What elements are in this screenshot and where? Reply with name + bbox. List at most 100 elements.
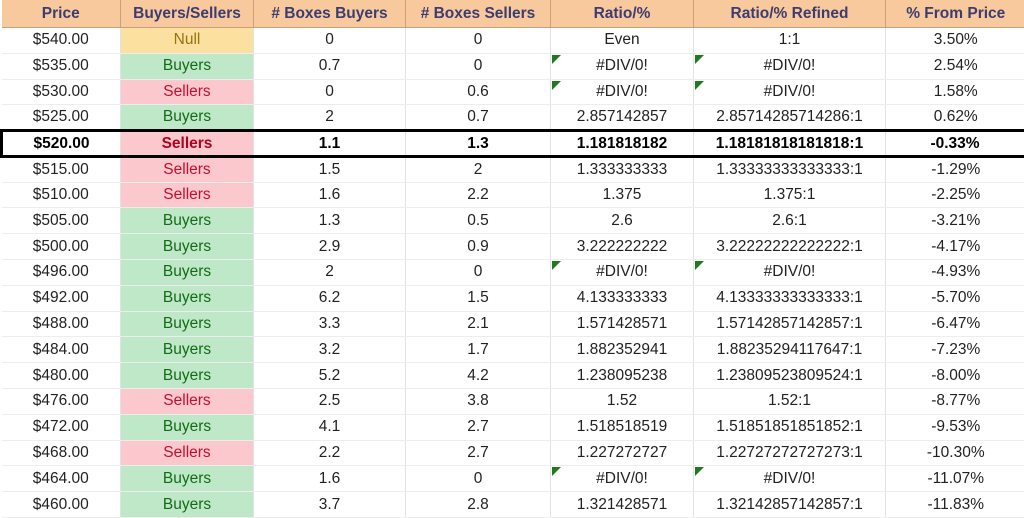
cell-ratio-refined[interactable]: 1.22727272727273:1: [693, 440, 886, 467]
cell-boxes-buyers[interactable]: 3.2: [253, 336, 406, 364]
cell-buyers-sellers[interactable]: Buyers: [120, 259, 254, 286]
cell-ratio[interactable]: 1.238095238: [550, 362, 694, 389]
cell-buyers-sellers[interactable]: Buyers: [120, 233, 254, 261]
cell-boxes-buyers[interactable]: 2: [253, 259, 406, 286]
cell-boxes-buyers[interactable]: 3.7: [253, 491, 406, 518]
cell-boxes-buyers[interactable]: 2.5: [253, 388, 406, 415]
cell-ratio-refined[interactable]: 2.6:1: [693, 207, 886, 235]
cell-boxes-buyers[interactable]: 0: [253, 79, 406, 106]
cell-ratio[interactable]: #DIV/0!: [550, 79, 694, 106]
table-row[interactable]: $540.00 Null 0 0 Even 1:1 3.50%: [1, 27, 1024, 54]
cell-buyers-sellers[interactable]: Sellers: [120, 79, 254, 106]
cell-ratio[interactable]: 2.857142857: [550, 104, 694, 132]
cell-price[interactable]: $492.00: [1, 285, 121, 312]
cell-price[interactable]: $515.00: [1, 156, 121, 183]
cell-price[interactable]: $488.00: [1, 311, 121, 338]
cell-ratio-refined[interactable]: 1.88235294117647:1: [693, 336, 886, 364]
cell-pct-from-price[interactable]: -7.23%: [885, 336, 1024, 364]
cell-pct-from-price[interactable]: -4.93%: [885, 259, 1024, 286]
table-row[interactable]: $460.00 Buyers 3.7 2.8 1.321428571 1.32142857…: [1, 491, 1024, 518]
cell-buyers-sellers[interactable]: Buyers: [120, 336, 254, 364]
cell-boxes-sellers[interactable]: 0.6: [405, 79, 551, 106]
cell-boxes-buyers[interactable]: 1.6: [253, 465, 406, 493]
cell-boxes-sellers[interactable]: 0.5: [405, 207, 551, 235]
cell-boxes-sellers[interactable]: 0: [405, 259, 551, 286]
cell-buyers-sellers[interactable]: Buyers: [120, 285, 254, 312]
cell-boxes-sellers[interactable]: 2.7: [405, 440, 551, 467]
cell-ratio-refined[interactable]: 1.18181818181818:1: [693, 129, 886, 158]
cell-price[interactable]: $510.00: [1, 182, 121, 209]
table-row[interactable]: $535.00 Buyers 0.7 0 #DIV/0! #DIV/0! 2.54%: [1, 53, 1024, 80]
cell-ratio-refined[interactable]: #DIV/0!: [693, 465, 886, 493]
table-row[interactable]: $500.00 Buyers 2.9 0.9 3.222222222 3.22222222…: [1, 233, 1024, 261]
cell-boxes-sellers[interactable]: 4.2: [405, 362, 551, 389]
cell-pct-from-price[interactable]: -6.47%: [885, 311, 1024, 338]
table-row[interactable]: $515.00 Sellers 1.5 2 1.333333333 1.333333333…: [1, 156, 1024, 183]
cell-price[interactable]: $484.00: [1, 336, 121, 364]
cell-ratio-refined[interactable]: 3.22222222222222:1: [693, 233, 886, 261]
cell-pct-from-price[interactable]: -0.33%: [885, 129, 1024, 158]
cell-boxes-sellers[interactable]: 2.8: [405, 491, 551, 518]
cell-price[interactable]: $505.00: [1, 207, 121, 235]
cell-price[interactable]: $472.00: [1, 414, 121, 441]
table-row[interactable]: $505.00 Buyers 1.3 0.5 2.6 2.6:1 -3.21%: [1, 207, 1024, 235]
table-row[interactable]: $472.00 Buyers 4.1 2.7 1.518518519 1.51851851…: [1, 414, 1024, 441]
cell-boxes-sellers[interactable]: 1.7: [405, 336, 551, 364]
cell-pct-from-price[interactable]: 0.62%: [885, 104, 1024, 132]
column-header-boxes-buyers[interactable]: # Boxes Buyers: [253, 0, 406, 28]
cell-pct-from-price[interactable]: -1.29%: [885, 156, 1024, 183]
cell-ratio[interactable]: 1.227272727: [550, 440, 694, 467]
cell-boxes-sellers[interactable]: 1.5: [405, 285, 551, 312]
cell-boxes-buyers[interactable]: 6.2: [253, 285, 406, 312]
cell-boxes-buyers[interactable]: 1.1: [253, 129, 406, 158]
cell-price[interactable]: $540.00: [1, 27, 121, 54]
cell-boxes-sellers[interactable]: 0: [405, 465, 551, 493]
cell-pct-from-price[interactable]: -11.83%: [885, 491, 1024, 518]
cell-boxes-buyers[interactable]: 2.9: [253, 233, 406, 261]
cell-pct-from-price[interactable]: 1.58%: [885, 79, 1024, 106]
table-row[interactable]: $480.00 Buyers 5.2 4.2 1.238095238 1.23809523…: [1, 362, 1024, 389]
cell-boxes-buyers[interactable]: 1.5: [253, 156, 406, 183]
cell-pct-from-price[interactable]: -9.53%: [885, 414, 1024, 441]
cell-ratio[interactable]: 1.52: [550, 388, 694, 415]
cell-buyers-sellers[interactable]: Sellers: [120, 182, 254, 209]
table-row[interactable]: $492.00 Buyers 6.2 1.5 4.133333333 4.13333333…: [1, 285, 1024, 312]
cell-ratio[interactable]: 1.321428571: [550, 491, 694, 518]
cell-ratio[interactable]: 1.181818182: [550, 129, 694, 158]
cell-buyers-sellers[interactable]: Sellers: [120, 129, 254, 158]
column-header-ratio[interactable]: Ratio/%: [550, 0, 694, 28]
cell-ratio-refined[interactable]: #DIV/0!: [693, 259, 886, 286]
cell-boxes-sellers[interactable]: 0.9: [405, 233, 551, 261]
cell-ratio-refined[interactable]: #DIV/0!: [693, 79, 886, 106]
cell-price[interactable]: $460.00: [1, 491, 121, 518]
cell-ratio[interactable]: 1.375: [550, 182, 694, 209]
cell-price[interactable]: $535.00: [1, 53, 121, 80]
cell-buyers-sellers[interactable]: Buyers: [120, 362, 254, 389]
cell-boxes-sellers[interactable]: 2: [405, 156, 551, 183]
cell-boxes-sellers[interactable]: 2.2: [405, 182, 551, 209]
table-row[interactable]: $510.00 Sellers 1.6 2.2 1.375 1.375:1 -2.25%: [1, 182, 1024, 209]
table-row[interactable]: $464.00 Buyers 1.6 0 #DIV/0! #DIV/0! -11.07%: [1, 465, 1024, 493]
table-row[interactable]: $488.00 Buyers 3.3 2.1 1.571428571 1.57142857…: [1, 311, 1024, 338]
cell-price[interactable]: $500.00: [1, 233, 121, 261]
column-header-ratio-refined[interactable]: Ratio/% Refined: [693, 0, 886, 28]
cell-ratio-refined[interactable]: 1.33333333333333:1: [693, 156, 886, 183]
cell-pct-from-price[interactable]: -2.25%: [885, 182, 1024, 209]
cell-buyers-sellers[interactable]: Buyers: [120, 414, 254, 441]
cell-ratio-refined[interactable]: #DIV/0!: [693, 53, 886, 80]
cell-pct-from-price[interactable]: -5.70%: [885, 285, 1024, 312]
cell-pct-from-price[interactable]: -8.00%: [885, 362, 1024, 389]
cell-ratio-refined[interactable]: 4.13333333333333:1: [693, 285, 886, 312]
cell-boxes-buyers[interactable]: 4.1: [253, 414, 406, 441]
cell-ratio[interactable]: #DIV/0!: [550, 53, 694, 80]
table-row[interactable]: $484.00 Buyers 3.2 1.7 1.882352941 1.88235294…: [1, 336, 1024, 364]
cell-boxes-buyers[interactable]: 1.3: [253, 207, 406, 235]
cell-price[interactable]: $480.00: [1, 362, 121, 389]
cell-ratio[interactable]: #DIV/0!: [550, 465, 694, 493]
cell-ratio[interactable]: 4.133333333: [550, 285, 694, 312]
cell-boxes-sellers[interactable]: 1.3: [405, 129, 551, 158]
cell-ratio-refined[interactable]: 1.57142857142857:1: [693, 311, 886, 338]
cell-boxes-buyers[interactable]: 2: [253, 104, 406, 132]
cell-pct-from-price[interactable]: 3.50%: [885, 27, 1024, 54]
cell-pct-from-price[interactable]: 2.54%: [885, 53, 1024, 80]
